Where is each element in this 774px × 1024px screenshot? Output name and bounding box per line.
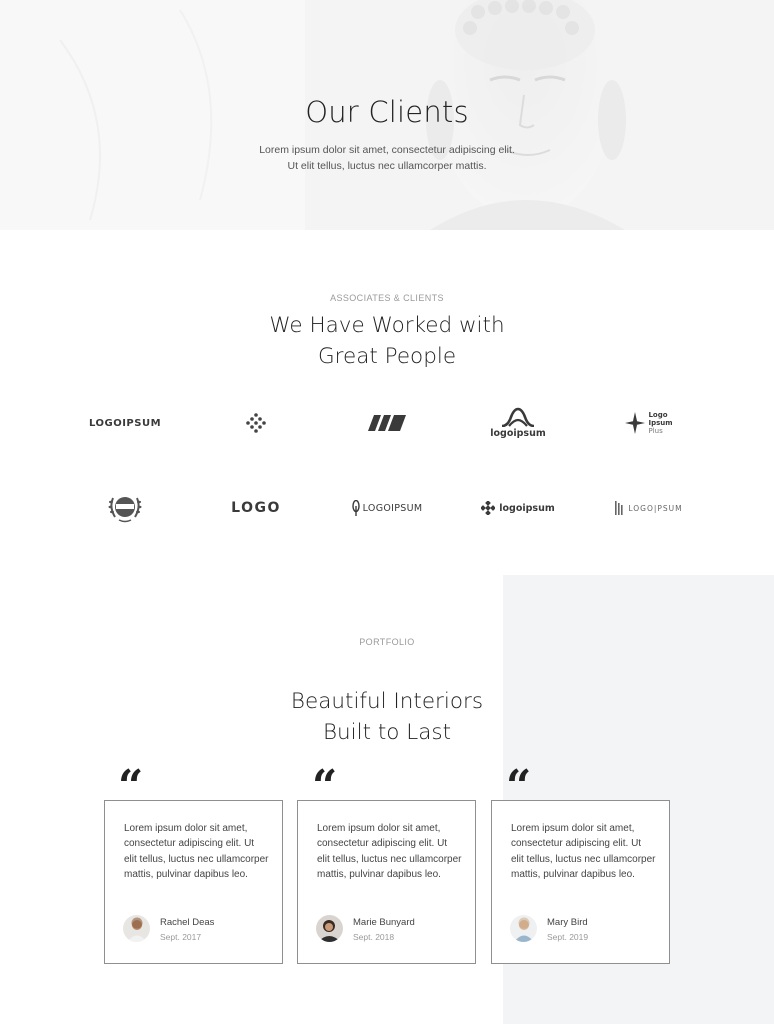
author-date: Sept. 2018 xyxy=(353,932,395,942)
author-name: Rachel Deas xyxy=(160,917,215,928)
testimonial-text: Lorem ipsum dolor sit amet, consectetur … xyxy=(124,823,269,881)
client-logo-9-lockup: logoipsum xyxy=(481,501,555,515)
arch-logo-icon xyxy=(501,407,535,427)
client-logo-1-wordmark: LOGOIPSUM xyxy=(88,417,162,429)
client-logo-4-wordmark: logoipsum xyxy=(490,428,546,439)
avatar-photo xyxy=(123,915,150,942)
client-logo-8-wordmark: LOGOIPSUM xyxy=(362,502,423,514)
author-date: Sept. 2019 xyxy=(547,932,589,942)
author-name: Marie Bunyard xyxy=(353,917,415,928)
hero-section: Our Clients Lorem ipsum dolor sit amet, … xyxy=(0,0,774,230)
client-logos-row-2: LOGO LOGOIPSUM logoipsum LOGO|PSUM xyxy=(60,483,714,533)
client-logo-5-line-2: Ipsum xyxy=(648,419,673,427)
avatar xyxy=(316,915,343,942)
client-logos-row-1: LOGOIPSUM logoipsum Logo Ipsum Plus xyxy=(60,398,714,448)
client-logo-8[interactable]: LOGOIPSUM xyxy=(322,483,452,533)
client-logo-5-text: Logo Ipsum Plus xyxy=(648,411,672,435)
clients-eyebrow: ASSOCIATES & CLIENTS xyxy=(330,293,444,303)
testimonial-text: Lorem ipsum dolor sit amet, consectetur … xyxy=(317,823,462,881)
hero-subtitle: Lorem ipsum dolor sit amet, consectetur … xyxy=(0,142,774,174)
clients-heading: We Have Worked with Great People xyxy=(0,310,774,372)
author-name: Mary Bird xyxy=(547,917,588,928)
clients-heading-line-1: We Have Worked with xyxy=(269,313,505,338)
client-logo-5-lockup: Logo Ipsum Plus xyxy=(625,411,673,435)
author-date: Sept. 2017 xyxy=(160,932,202,942)
client-logo-9[interactable]: logoipsum xyxy=(453,483,583,533)
client-logo-4[interactable]: logoipsum xyxy=(453,398,583,448)
page-title: Our Clients xyxy=(305,95,469,129)
diamond-dots-logo-icon xyxy=(246,413,266,433)
pinwheel-logo-icon xyxy=(625,412,646,434)
avatar-photo xyxy=(316,915,343,942)
avatar xyxy=(123,915,150,942)
client-logo-7-wordmark: LOGO xyxy=(231,500,281,516)
client-logo-8-lockup: LOGOIPSUM xyxy=(351,500,423,516)
stripes-logo-icon xyxy=(615,501,623,515)
testimonial-card: Lorem ipsum dolor sit amet, consectetur … xyxy=(104,800,283,964)
portfolio-heading-line-1: Beautiful Interiors xyxy=(290,689,484,714)
client-logo-3[interactable] xyxy=(322,398,452,448)
avatar-photo xyxy=(510,915,537,942)
portfolio-heading: Beautiful Interiors Built to Last xyxy=(0,686,774,748)
client-logo-1[interactable]: LOGOIPSUM xyxy=(60,398,190,448)
portfolio-heading-line-2: Built to Last xyxy=(322,720,452,745)
client-logo-6[interactable] xyxy=(60,483,190,533)
testimonial-card: Lorem ipsum dolor sit amet, consectetur … xyxy=(297,800,476,964)
client-logo-7[interactable]: LOGO xyxy=(191,483,321,533)
slanted-bars-logo-icon xyxy=(368,415,406,431)
client-logo-10-wordmark: LOGO|PSUM xyxy=(628,503,683,513)
client-logo-2[interactable] xyxy=(191,398,321,448)
testimonial-text: Lorem ipsum dolor sit amet, consectetur … xyxy=(511,823,656,881)
grid-squares-logo-icon xyxy=(481,501,496,515)
client-logo-10-lockup: LOGO|PSUM xyxy=(615,501,682,515)
clients-heading-line-2: Great People xyxy=(317,344,457,369)
client-logo-5-line-3: Plus xyxy=(648,427,663,435)
testimonial-card: Lorem ipsum dolor sit amet, consectetur … xyxy=(491,800,670,964)
leaf-logo-icon xyxy=(351,500,360,516)
portfolio-eyebrow: PORTFOLIO xyxy=(359,637,415,647)
hero-subtitle-line-1: Lorem ipsum dolor sit amet, consectetur … xyxy=(259,144,515,156)
hero-subtitle-line-2: Ut elit tellus, luctus nec ullamcorper m… xyxy=(287,160,487,172)
client-logo-10[interactable]: LOGO|PSUM xyxy=(584,483,714,533)
laurel-badge-logo-icon xyxy=(108,497,142,523)
client-logo-5-line-1: Logo xyxy=(648,411,668,419)
avatar xyxy=(510,915,537,942)
client-logo-9-wordmark: logoipsum xyxy=(499,502,555,514)
client-logo-5[interactable]: Logo Ipsum Plus xyxy=(584,398,714,448)
client-logo-4-lockup: logoipsum xyxy=(490,407,546,439)
